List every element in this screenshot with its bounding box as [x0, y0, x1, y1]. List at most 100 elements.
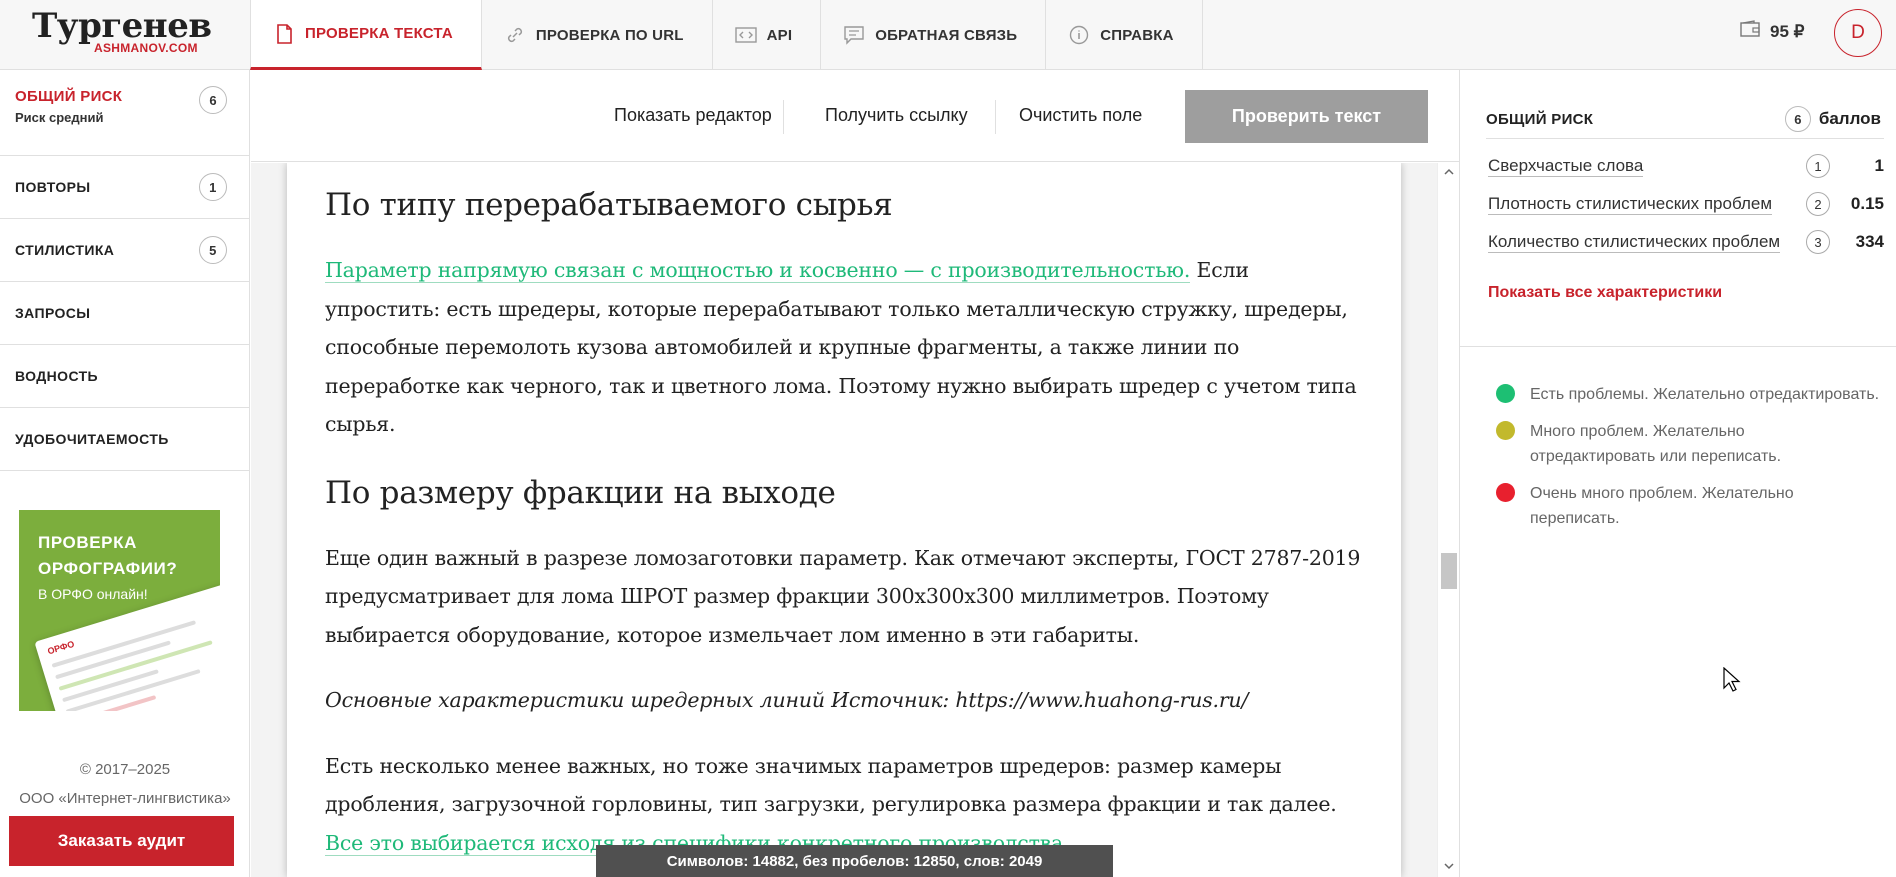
metric-label[interactable]: Количество стилистических проблем	[1488, 232, 1781, 253]
paragraph-text: Если упростить: есть шредеры, которые пе…	[325, 258, 1357, 436]
tab-text-check[interactable]: ПРОВЕРКА ТЕКСТА	[250, 0, 482, 70]
sidebar-item-label: ПОВТОРЫ	[15, 179, 91, 195]
risk-level: Риск средний	[15, 110, 104, 125]
chat-icon	[843, 24, 865, 46]
promo-brand: ОРФО	[46, 638, 76, 657]
legend-text-line: отредактировать или переписать.	[1530, 448, 1782, 465]
risk-count-badge: 6	[199, 86, 227, 114]
sidebar-item-readability[interactable]: УДОБОЧИТАЕМОСТЬ	[0, 408, 249, 471]
tab-label: СПРАВКА	[1100, 26, 1174, 44]
tab-label: ПРОВЕРКА ПО URL	[535, 26, 684, 44]
legend-item: Есть проблемы. Желательно отредактироват…	[1496, 382, 1886, 407]
legend-text: Очень много проблем. Желательно переписа…	[1530, 481, 1794, 531]
copyright-years: © 2017–2025	[79, 761, 171, 778]
link-icon	[504, 24, 526, 46]
scroll-up-arrow-icon[interactable]	[1442, 165, 1456, 179]
tab-label: API	[766, 26, 793, 44]
metric-value: 334	[1855, 232, 1884, 251]
copyright-company: ООО «Интернет-лингвистика»	[19, 790, 231, 807]
results-panel: ОБЩИЙ РИСК 6 баллов Сверхчастые слова 1 …	[1459, 70, 1896, 877]
divider	[783, 100, 784, 134]
scroll-down-arrow-icon[interactable]	[1442, 859, 1456, 873]
legend-item: Очень много проблем. Желательно переписа…	[1496, 481, 1886, 531]
overall-risk-header: ОБЩИЙ РИСК 6 баллов	[1486, 106, 1881, 132]
info-icon	[1068, 24, 1090, 46]
code-icon	[734, 24, 757, 46]
document-icon	[273, 23, 295, 45]
sidebar-item-style[interactable]: СТИЛИСТИКА 5	[0, 219, 249, 282]
tab-label: ПРОВЕРКА ТЕКСТА	[305, 25, 453, 42]
section-heading: По размеру фракции на выходе	[325, 474, 836, 511]
legend-text-line: переписать.	[1530, 510, 1620, 527]
sidebar-item-repeats[interactable]: ПОВТОРЫ 1	[0, 156, 249, 219]
metric-row[interactable]: Количество стилистических проблем 3 334	[1488, 226, 1884, 258]
divider	[1486, 138, 1884, 139]
highlighted-sentence[interactable]: Параметр напрямую связан с мощностью и к…	[325, 258, 1190, 283]
promo-subtitle: В ОРФО онлайн!	[38, 586, 148, 602]
legend-text: Много проблем. Желательно отредактироват…	[1530, 419, 1781, 469]
overall-risk-title: ОБЩИЙ РИСК	[1486, 110, 1594, 128]
yellow-dot-icon	[1496, 421, 1515, 440]
orfo-promo-banner[interactable]: ПРОВЕРКА ОРФОГРАФИИ? В ОРФО онлайн! ОРФО	[19, 510, 220, 711]
paragraph: Параметр напрямую связан с мощностью и к…	[325, 251, 1363, 444]
promo-title: ПРОВЕРКА ОРФОГРАФИИ?	[38, 530, 177, 582]
check-text-button[interactable]: Проверить текст	[1185, 90, 1428, 143]
metric-row[interactable]: Плотность стилистических проблем 2 0.15	[1488, 188, 1884, 220]
tab-url-check[interactable]: ПРОВЕРКА ПО URL	[482, 0, 713, 70]
document-area: По типу перерабатываемого сырья Параметр…	[251, 163, 1437, 877]
scroll-thumb[interactable]	[1441, 553, 1457, 589]
top-header: Тургенев ASHMANOV.COM ПРОВЕРКА ТЕКСТА ПР…	[0, 0, 1896, 70]
count-badge: 5	[199, 236, 227, 264]
text-document[interactable]: По типу перерабатываемого сырья Параметр…	[287, 163, 1401, 877]
metric-badge: 2	[1806, 192, 1830, 216]
sidebar-item-label: СТИЛИСТИКА	[15, 242, 115, 258]
show-editor-link[interactable]: Показать редактор	[614, 105, 772, 126]
tab-label: ОБРАТНАЯ СВЯЗЬ	[875, 26, 1018, 44]
promo-line	[58, 640, 213, 691]
legend-text-line: Много проблем. Желательно	[1530, 423, 1745, 440]
metric-label[interactable]: Сверхчастые слова	[1488, 156, 1644, 177]
sidebar-item-queries[interactable]: ЗАПРОСЫ	[0, 282, 249, 345]
paragraph-text: Есть несколько менее важных, но тоже зна…	[325, 753, 1337, 817]
section-heading: По типу перерабатываемого сырья	[325, 187, 893, 223]
get-link-link[interactable]: Получить ссылку	[825, 105, 968, 126]
balance[interactable]: 95 ₽	[1740, 20, 1804, 43]
green-dot-icon	[1496, 384, 1515, 403]
paragraph: Еще один важный в разрезе ломозаготовки …	[325, 545, 1361, 647]
metric-row[interactable]: Сверхчастые слова 1 1	[1488, 150, 1884, 182]
metric-value: 1	[1874, 156, 1884, 175]
promo-screenshot-image: ОРФО	[34, 583, 220, 711]
metric-badge: 1	[1806, 154, 1830, 178]
score-label: баллов	[1818, 109, 1881, 128]
tab-api[interactable]: API	[713, 0, 822, 70]
sidebar-item-wateriness[interactable]: ВОДНОСТЬ	[0, 345, 249, 408]
text-stats-bar: Символов: 14882, без пробелов: 12850, сл…	[596, 845, 1113, 877]
metric-badge: 3	[1806, 230, 1830, 254]
legend-text: Есть проблемы. Желательно отредактироват…	[1530, 382, 1879, 407]
tab-feedback[interactable]: ОБРАТНАЯ СВЯЗЬ	[821, 0, 1047, 70]
image-caption: Основные характеристики шредерных линий …	[325, 688, 1249, 712]
overall-risk-score: 6 баллов	[1784, 106, 1881, 132]
clear-field-link[interactable]: Очистить поле	[1019, 105, 1142, 126]
metric-label[interactable]: Плотность стилистических проблем	[1488, 194, 1773, 215]
logo-title: Тургенев	[32, 6, 212, 46]
logo[interactable]: Тургенев ASHMANOV.COM	[0, 0, 250, 70]
copyright: © 2017–2025 ООО «Интернет-лингвистика»	[0, 755, 250, 813]
sidebar-item-label: ВОДНОСТЬ	[15, 368, 99, 384]
tab-help[interactable]: СПРАВКА	[1046, 0, 1203, 70]
divider	[995, 100, 996, 134]
user-avatar[interactable]: D	[1834, 9, 1882, 57]
legend-text-line: Есть проблемы. Желательно отредактироват…	[1530, 386, 1880, 403]
document-scrollbar[interactable]	[1437, 163, 1459, 877]
legend-item: Много проблем. Желательно отредактироват…	[1496, 419, 1886, 469]
promo-title-line: ПРОВЕРКА	[38, 533, 137, 552]
main-nav: ПРОВЕРКА ТЕКСТА ПРОВЕРКА ПО URL API ОБРА…	[250, 0, 1203, 70]
sidebar-item-overall-risk[interactable]: ОБЩИЙ РИСК Риск средний 6	[0, 70, 249, 156]
sidebar-item-label: ЗАПРОСЫ	[15, 305, 91, 321]
show-all-characteristics-link[interactable]: Показать все характеристики	[1488, 284, 1722, 302]
logo-subtitle: ASHMANOV.COM	[94, 41, 198, 55]
metric-value: 0.15	[1850, 194, 1884, 213]
order-audit-button[interactable]: Заказать аудит	[9, 816, 234, 866]
legend-text-line: Очень много проблем. Желательно	[1530, 485, 1794, 502]
editor-toolbar: Показать редактор Получить ссылку Очисти…	[251, 70, 1459, 162]
